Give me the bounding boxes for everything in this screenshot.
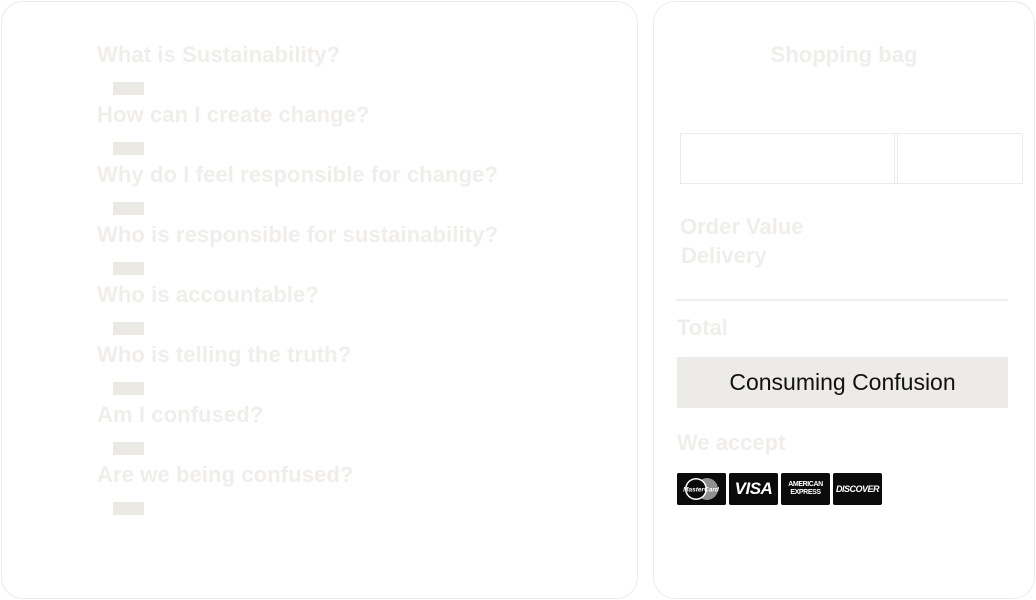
discover-icon: DISCOVER (833, 473, 882, 505)
delivery-label: Delivery (681, 243, 767, 268)
question-text: How can I create change? (97, 102, 370, 127)
question-placeholder-bar (113, 442, 144, 455)
mastercard-icon: MasterCard (677, 473, 726, 505)
shopping-bag-title: Shopping bag (770, 42, 918, 67)
shopping-bag-panel: Shopping bag Order Value Delivery Total … (653, 1, 1035, 599)
question-text: Who is responsible for sustainability? (97, 222, 499, 247)
questions-panel: What is Sustainability? How can I create… (1, 1, 638, 599)
summary-divider (676, 299, 1008, 301)
question-placeholder-bar (113, 262, 144, 275)
question-placeholder-bar (113, 142, 144, 155)
mastercard-label: MasterCard (683, 487, 720, 494)
question-text: Are we being confused? (97, 462, 354, 487)
question-placeholder-bar (113, 82, 144, 95)
question-placeholder-bar (113, 322, 144, 335)
total-label: Total (677, 315, 728, 340)
question-placeholder-bar (113, 202, 144, 215)
american-express-icon: AMERICAN EXPRESS (781, 473, 830, 505)
bag-item-box[interactable] (680, 133, 1023, 184)
payment-methods: MasterCard VISA AMERICAN EXPRESS DISCOVE… (677, 473, 882, 505)
bag-item-divider (894, 133, 898, 184)
question-text: What is Sustainability? (97, 42, 341, 67)
question-placeholder-bar (113, 382, 144, 395)
consuming-confusion-button[interactable]: Consuming Confusion (677, 357, 1008, 408)
we-accept-label: We accept (677, 430, 786, 455)
visa-icon: VISA (729, 473, 778, 505)
question-text: Who is telling the truth? (97, 342, 352, 367)
question-text: Who is accountable? (97, 282, 319, 307)
question-text: Am I confused? (97, 402, 264, 427)
question-text: Why do I feel responsible for change? (97, 162, 498, 187)
order-value-label: Order Value (680, 214, 804, 239)
question-placeholder-bar (113, 502, 144, 515)
